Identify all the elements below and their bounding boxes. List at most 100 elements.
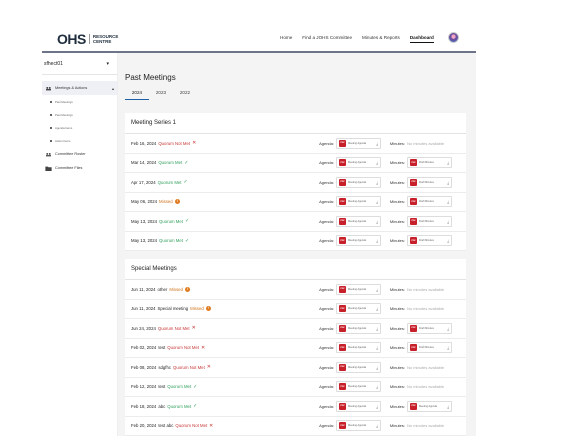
card-title: Meeting Series 1 — [125, 113, 466, 134]
meeting-date: Feb 16, 2024 — [131, 140, 157, 146]
download-icon[interactable]: ⤓ — [447, 326, 449, 331]
meeting-date: Feb 20, 2024 — [131, 423, 157, 429]
meeting-row[interactable]: Feb 02, 2024 test Quorum Not Met ✕ Agenda: PD… — [125, 339, 466, 358]
user-selector[interactable]: sfhect01 ▾ — [42, 53, 117, 75]
minutes-file[interactable]: PDF Meeting Agenda ⤓ — [407, 400, 452, 412]
download-icon[interactable]: ⤓ — [447, 160, 449, 165]
meeting-row[interactable]: Jun 11, 2024 Special meeting Missed! Agenda… — [125, 300, 466, 319]
meeting-date: Feb 12, 2024 — [131, 384, 157, 390]
sidebar-item-meetings[interactable]: Meetings & Actions ▴ — [42, 81, 117, 95]
meeting-row[interactable]: Feb 18, 2024 abc Quorum Met ✓ Agenda: PDF Meet… — [125, 397, 466, 417]
agenda-file[interactable]: PDF Meeting Agenda ⤓ — [336, 381, 381, 393]
nav-minutes-reports[interactable]: Minutes & Reports — [362, 35, 400, 43]
file-name: Meeting Agenda — [348, 287, 367, 291]
agenda-file[interactable]: PDF Meeting Agenda ⤓ — [336, 303, 381, 315]
download-icon[interactable]: ⤓ — [376, 287, 378, 292]
agenda-file[interactable]: PDF Meeting Agenda ⤓ — [336, 361, 381, 373]
download-icon[interactable]: ⤓ — [376, 365, 378, 370]
agenda-file[interactable]: PDF Meeting Agenda ⤓ — [336, 420, 381, 432]
sidebar-subitem-past-meetings[interactable]: Past Meetings — [42, 95, 117, 108]
agenda-file[interactable]: PDF Meeting Agenda ⤓ — [336, 176, 381, 188]
download-icon[interactable]: ⤓ — [376, 219, 378, 224]
meeting-row[interactable]: Apr 17, 2024 Quorum Met ✓ Agenda: PDF Meeting… — [125, 173, 466, 193]
nav-dashboard[interactable]: Dashboard — [409, 35, 434, 43]
agenda-file[interactable]: PDF Meeting Agenda ⤓ — [336, 235, 381, 247]
meeting-row[interactable]: Jun 11, 2024 other Missed! Agenda: PDF Meetin… — [125, 280, 466, 300]
meeting-row[interactable]: Feb 12, 2024 test Quorum Met ✓ Agenda: PDF Mee… — [125, 378, 466, 397]
download-icon[interactable]: ⤓ — [376, 199, 378, 204]
download-icon[interactable]: ⤓ — [376, 141, 378, 146]
tab-2022[interactable]: 2022 — [173, 90, 197, 100]
download-icon[interactable]: ⤓ — [376, 238, 378, 243]
download-icon[interactable]: ⤓ — [447, 345, 449, 350]
no-minutes-text: No minutes available — [407, 286, 445, 292]
tab-2023[interactable]: 2023 — [149, 90, 173, 100]
main-content: Past Meetings 2024 2023 2022 Meeting Ser… — [118, 53, 476, 436]
download-icon[interactable]: ⤓ — [447, 219, 449, 224]
nav-find-committee[interactable]: Find a JOHS Committee — [302, 35, 352, 43]
agenda-file[interactable]: PDF Meeting Agenda ⤓ — [336, 196, 381, 208]
pdf-icon: PDF — [339, 344, 346, 352]
download-icon[interactable]: ⤓ — [447, 404, 449, 409]
meeting-row[interactable]: May 06, 2024 Missed! Agenda: PDF Meeting Age… — [125, 193, 466, 212]
download-icon[interactable]: ⤓ — [447, 180, 449, 185]
agenda-file[interactable]: PDF Meeting Agenda ⤓ — [336, 215, 381, 227]
meeting-row[interactable]: Feb 16, 2024 Quorum Not Met ✕ Agenda: PDF Mee… — [125, 134, 466, 154]
download-icon[interactable]: ⤓ — [376, 306, 378, 311]
agenda-file[interactable]: PDF Meeting Agenda ⤓ — [336, 137, 381, 149]
download-icon[interactable]: ⤓ — [447, 238, 449, 243]
avatar[interactable] — [448, 32, 459, 43]
minutes-file[interactable]: PDF Draft Minutes ⤓ — [407, 322, 452, 334]
status-badge: Missed — [159, 199, 173, 205]
meeting-row[interactable]: Feb 08, 2024 sdgfhc Quorum Not Met ✕ Agenda:… — [125, 358, 466, 378]
meeting-row[interactable]: Jun 24, 2024 Quorum Not Met ✕ Agenda: PDF Mee… — [125, 319, 466, 339]
download-icon[interactable]: ⤓ — [376, 423, 378, 428]
agenda-file[interactable]: PDF Meeting Agenda ⤓ — [336, 283, 381, 295]
sidebar-subitem-action-items[interactable]: Action Items — [42, 134, 117, 147]
agenda-file[interactable]: PDF Meeting Agenda ⤓ — [336, 322, 381, 334]
file-name: Meeting Agenda — [348, 346, 367, 350]
minutes-file[interactable]: PDF Draft Minutes ⤓ — [407, 196, 452, 208]
minutes-file[interactable]: PDF Draft Minutes ⤓ — [407, 342, 452, 354]
missed-icon: ! — [205, 306, 211, 312]
pdf-icon: PDF — [410, 159, 417, 167]
file-name: Meeting Agenda — [348, 239, 367, 243]
agenda-file[interactable]: PDF Meeting Agenda ⤓ — [336, 342, 381, 354]
minutes-label: Minutes: — [389, 306, 405, 312]
meeting-row[interactable]: May 13, 2024 Quorum Met ✓ Agenda: PDF Meeting… — [125, 232, 466, 251]
agenda-label: Agenda: — [319, 364, 334, 370]
meeting-date: May 06, 2024 — [131, 199, 158, 205]
download-icon[interactable]: ⤓ — [376, 345, 378, 350]
meeting-docs: Agenda: PDF Meeting Agenda ⤓ Minutes: No minu… — [312, 417, 444, 436]
minutes-file[interactable]: PDF Draft Minutes ⤓ — [407, 176, 452, 188]
sidebar-subitem-past-meetings-2[interactable]: Past Meetings — [42, 108, 117, 121]
status-badge: Quorum Not Met — [173, 364, 205, 370]
pdf-icon: PDF — [410, 237, 417, 245]
download-icon[interactable]: ⤓ — [376, 326, 378, 331]
sidebar-item-roster[interactable]: Committee Roster — [42, 147, 117, 161]
nav-home[interactable]: Home — [280, 35, 292, 43]
meeting-date: Jun 24, 2024 — [131, 325, 156, 331]
meeting-series-card: Meeting Series 1 Feb 16, 2024 Quorum Not … — [125, 113, 466, 251]
check-icon: ✓ — [184, 159, 189, 166]
minutes-file[interactable]: PDF Draft Minutes ⤓ — [407, 235, 452, 247]
minutes-label: Minutes: — [389, 179, 405, 185]
meeting-row[interactable]: Mar 14, 2024 Quorum Met ✓ Agenda: PDF Meeting… — [125, 154, 466, 173]
download-icon[interactable]: ⤓ — [447, 199, 449, 204]
sidebar-item-files[interactable]: Committee Files — [42, 161, 117, 175]
meeting-row[interactable]: May 13, 2024 Quorum Met ✓ Agenda: PDF Meeting… — [125, 212, 466, 232]
minutes-file[interactable]: PDF Draft Minutes ⤓ — [407, 215, 452, 227]
download-icon[interactable]: ⤓ — [376, 404, 378, 409]
meeting-row[interactable]: Feb 20, 2024 test abc Quorum Not Met ✕ Agend… — [125, 417, 466, 436]
meeting-docs: Agenda: PDF Meeting Agenda ⤓ Minutes: PDF Meet… — [312, 397, 452, 416]
tab-2024[interactable]: 2024 — [125, 90, 149, 100]
agenda-file[interactable]: PDF Meeting Agenda ⤓ — [336, 157, 381, 169]
sidebar-subitem-agenda-items[interactable]: Agenda Items — [42, 121, 117, 134]
agenda-file[interactable]: PDF Meeting Agenda ⤓ — [336, 400, 381, 412]
download-icon[interactable]: ⤓ — [376, 180, 378, 185]
minutes-file[interactable]: PDF Draft Minutes ⤓ — [407, 157, 452, 169]
download-icon[interactable]: ⤓ — [376, 384, 378, 389]
pdf-icon: PDF — [410, 402, 417, 410]
download-icon[interactable]: ⤓ — [376, 160, 378, 165]
logo[interactable]: OHS RESOURCE CENTRE — [57, 31, 118, 47]
